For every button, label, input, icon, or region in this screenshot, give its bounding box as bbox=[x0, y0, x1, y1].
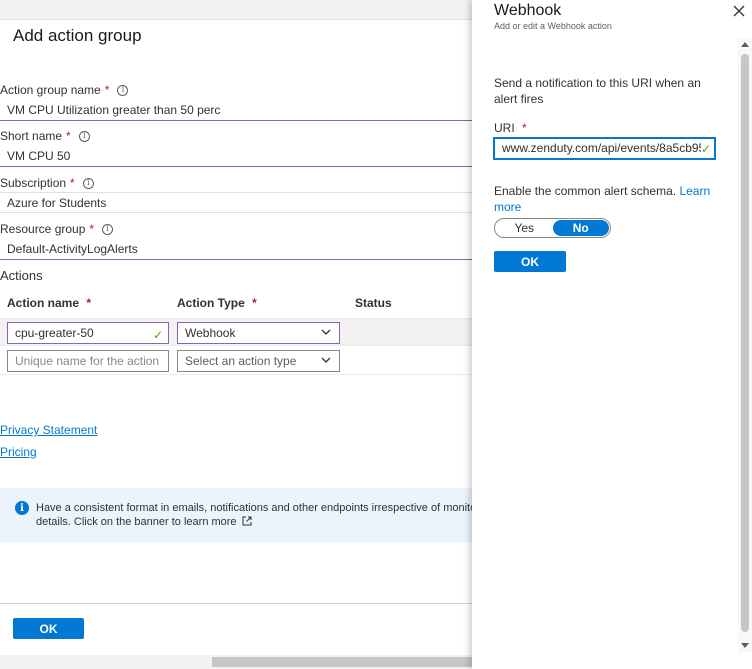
short-name-input[interactable]: VM CPU 50 bbox=[0, 146, 472, 167]
required-marker: * bbox=[86, 296, 92, 310]
footer-divider bbox=[0, 603, 472, 604]
uri-value: www.zenduty.com/api/events/8a5cb95 bbox=[502, 141, 706, 155]
pricing-link[interactable]: Pricing bbox=[0, 445, 37, 459]
required-marker: * bbox=[522, 121, 527, 135]
webhook-blade: Webhook Add or edit a Webhook action Sen… bbox=[472, 0, 752, 669]
table-row: cpu-greater-50 ✓ Webhook bbox=[0, 318, 472, 346]
resource-group-value[interactable]: Default-ActivityLogAlerts bbox=[0, 239, 472, 260]
action-group-name-label-text: Action group name bbox=[0, 83, 101, 97]
action-name-value: cpu-greater-50 bbox=[15, 326, 94, 340]
required-marker: * bbox=[70, 176, 75, 190]
subscription-label: Subscription * i bbox=[0, 176, 94, 190]
short-name-label-text: Short name bbox=[0, 129, 63, 143]
scroll-down-arrow-icon[interactable] bbox=[741, 643, 749, 648]
action-type-value: Webhook bbox=[185, 326, 236, 340]
new-action-type-placeholder: Select an action type bbox=[185, 354, 297, 368]
new-action-name-placeholder: Unique name for the action bbox=[15, 354, 160, 368]
action-type-column-header: Action Type * bbox=[177, 296, 257, 310]
vertical-scrollbar-thumb[interactable] bbox=[741, 54, 749, 632]
common-alert-schema-toggle[interactable]: Yes No bbox=[494, 218, 611, 238]
actions-section-label: Actions bbox=[0, 268, 43, 283]
banner-text: Have a consistent format in emails, noti… bbox=[36, 501, 472, 529]
action-name-input[interactable]: cpu-greater-50 ✓ bbox=[7, 322, 169, 344]
action-name-header-text: Action name bbox=[7, 296, 80, 310]
privacy-statement-link[interactable]: Privacy Statement bbox=[0, 423, 97, 437]
new-action-type-dropdown[interactable]: Select an action type bbox=[177, 350, 340, 372]
webhook-description: Send a notification to this URI when an … bbox=[494, 76, 701, 106]
common-alert-schema-label: Enable the common alert schema. Learn mo… bbox=[494, 183, 724, 215]
chevron-down-icon bbox=[321, 329, 331, 335]
toggle-no-option[interactable]: No bbox=[552, 220, 609, 236]
check-icon: ✓ bbox=[152, 328, 163, 342]
page-title: Add action group bbox=[13, 26, 142, 45]
info-banner[interactable]: i Have a consistent format in emails, no… bbox=[0, 488, 472, 542]
horizontal-scrollbar-thumb[interactable] bbox=[212, 657, 472, 667]
required-marker: * bbox=[252, 296, 257, 310]
action-name-column-header: Action name * bbox=[7, 296, 91, 310]
vertical-scrollbar[interactable] bbox=[738, 38, 752, 652]
top-strip bbox=[0, 0, 472, 20]
toggle-yes-option[interactable]: Yes bbox=[496, 220, 553, 236]
close-icon[interactable] bbox=[732, 4, 746, 18]
add-action-group-blade: Add action group Action group name * i V… bbox=[0, 0, 472, 669]
banner-text-line2: details. Click on the banner to learn mo… bbox=[36, 515, 472, 529]
info-icon[interactable]: i bbox=[102, 223, 114, 235]
action-group-name-label: Action group name * i bbox=[0, 83, 129, 97]
resource-group-label-text: Resource group bbox=[0, 222, 86, 236]
uri-label-text: URI bbox=[494, 121, 515, 135]
info-icon[interactable]: i bbox=[82, 177, 94, 189]
schema-text: Enable the common alert schema. bbox=[494, 184, 677, 198]
required-marker: * bbox=[104, 83, 110, 97]
action-group-name-input[interactable]: VM CPU Utilization greater than 50 perc bbox=[0, 100, 472, 121]
short-name-label: Short name * i bbox=[0, 129, 90, 143]
action-type-header-text: Action Type bbox=[177, 296, 245, 310]
uri-input[interactable]: www.zenduty.com/api/events/8a5cb95 ✓ bbox=[493, 137, 716, 160]
webhook-ok-button[interactable]: OK bbox=[494, 251, 566, 272]
banner-text-line1: Have a consistent format in emails, noti… bbox=[36, 502, 472, 514]
check-icon: ✓ bbox=[700, 140, 711, 158]
chevron-down-icon bbox=[321, 357, 331, 363]
resource-group-label: Resource group * i bbox=[0, 222, 114, 236]
uri-label: URI * bbox=[494, 121, 527, 135]
required-marker: * bbox=[66, 129, 71, 143]
new-action-name-input[interactable]: Unique name for the action bbox=[7, 350, 169, 372]
ok-button[interactable]: OK bbox=[13, 618, 84, 639]
external-link-icon bbox=[242, 516, 252, 526]
info-icon: i bbox=[15, 501, 29, 515]
webhook-title: Webhook bbox=[494, 2, 562, 19]
info-icon[interactable]: i bbox=[78, 130, 90, 142]
scroll-up-arrow-icon[interactable] bbox=[741, 42, 749, 47]
info-icon[interactable]: i bbox=[117, 84, 129, 96]
subscription-value: Azure for Students bbox=[0, 192, 472, 213]
action-type-dropdown[interactable]: Webhook bbox=[177, 322, 340, 344]
horizontal-scrollbar[interactable] bbox=[0, 655, 472, 669]
banner-text-line2-content: details. Click on the banner to learn mo… bbox=[36, 516, 237, 528]
status-column-header: Status bbox=[355, 296, 392, 310]
subscription-label-text: Subscription bbox=[0, 176, 67, 190]
table-row: Unique name for the action Select an act… bbox=[0, 347, 472, 375]
webhook-subtitle: Add or edit a Webhook action bbox=[494, 21, 612, 31]
required-marker: * bbox=[89, 222, 95, 236]
